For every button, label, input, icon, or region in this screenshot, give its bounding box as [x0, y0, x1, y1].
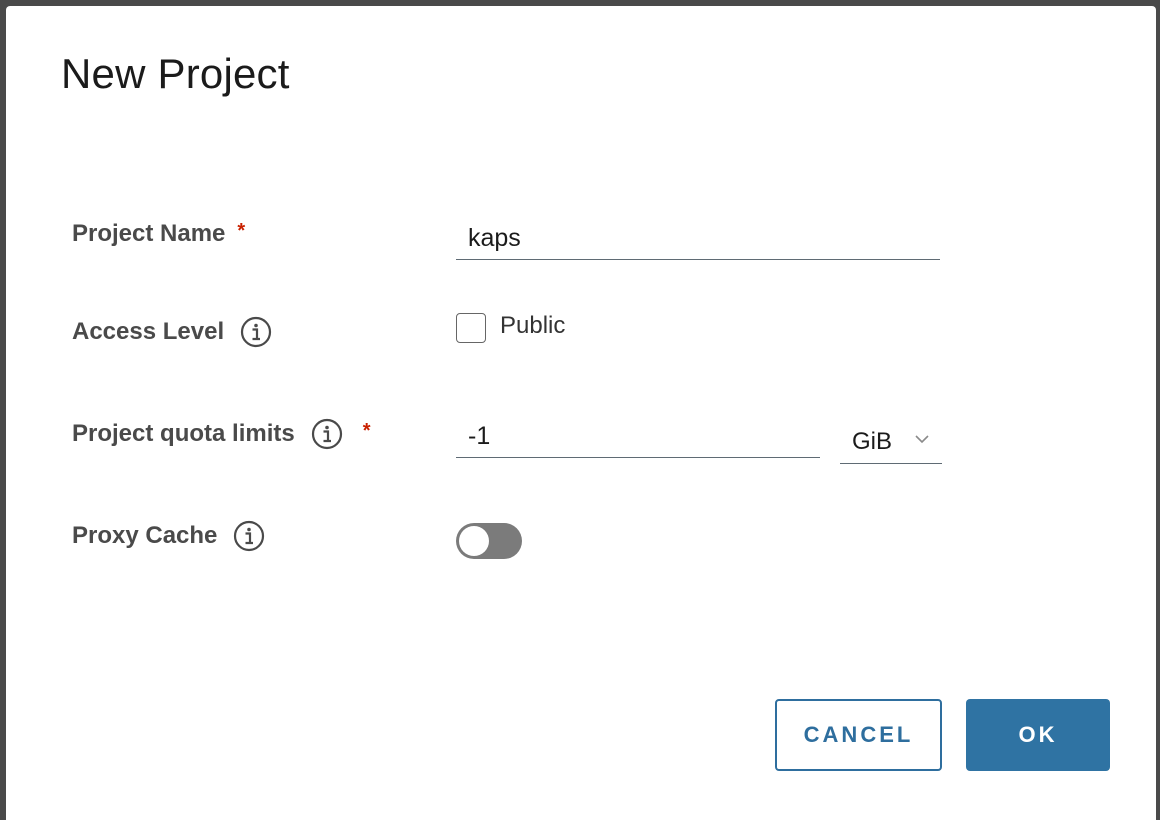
dialog-title: New Project [61, 50, 290, 97]
access-level-label: Access Level [72, 316, 272, 348]
proxy-cache-label-text: Proxy Cache [72, 522, 218, 549]
required-asterisk: * [237, 219, 246, 242]
quota-unit-select[interactable]: GiB [840, 420, 942, 464]
new-project-dialog: New Project Project Name * Access Level … [6, 6, 1156, 820]
access-level-label-text: Access Level [72, 318, 225, 345]
chevron-down-icon [914, 426, 930, 454]
public-checkbox[interactable] [456, 313, 486, 343]
project-name-label: Project Name * [72, 220, 245, 248]
proxy-cache-toggle[interactable] [456, 523, 522, 559]
project-quota-label: Project quota limits * [72, 418, 371, 450]
proxy-cache-label: Proxy Cache [72, 520, 265, 552]
info-icon[interactable] [233, 520, 265, 552]
public-checkbox-group[interactable]: Public [456, 312, 565, 343]
project-name-label-text: Project Name [72, 220, 226, 247]
project-quota-label-text: Project quota limits [72, 420, 295, 447]
public-checkbox-label[interactable]: Public [500, 312, 565, 340]
project-name-input[interactable] [456, 218, 940, 260]
cancel-button[interactable]: CANCEL [775, 699, 942, 771]
ok-button[interactable]: OK [966, 699, 1110, 771]
info-icon[interactable] [240, 316, 272, 348]
quota-unit-value: GiB [852, 427, 893, 455]
required-asterisk: * [362, 419, 371, 442]
info-icon[interactable] [311, 418, 343, 450]
quota-value-input[interactable] [456, 416, 820, 458]
toggle-knob [459, 526, 489, 556]
